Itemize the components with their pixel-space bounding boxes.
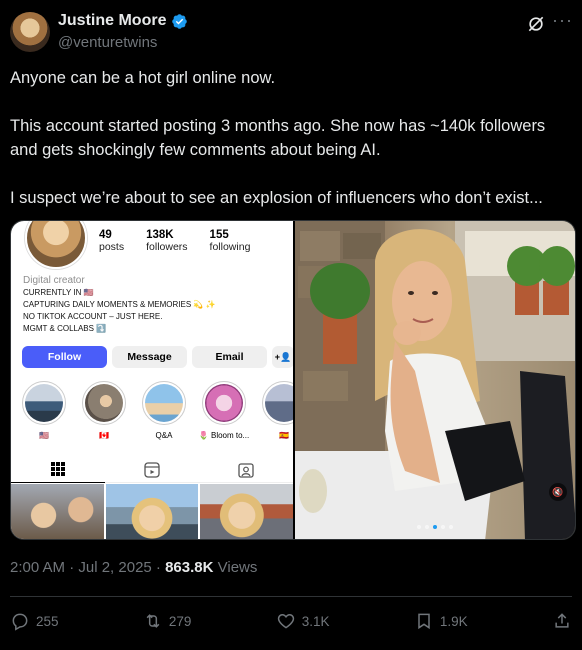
- reply-icon: [12, 613, 28, 631]
- verified-badge-icon: [172, 13, 188, 29]
- tweet-paragraph: This account started posting 3 months ag…: [10, 117, 546, 159]
- tweet-actions: 255 279 3.1K 1.9K: [10, 606, 572, 636]
- ig-buttons: Follow Message Email +👤: [22, 346, 293, 368]
- ig-stat-label: followers: [146, 241, 188, 253]
- carousel-dot: [449, 525, 453, 529]
- reply-button[interactable]: 255: [10, 611, 59, 631]
- carousel-dot: [425, 525, 429, 529]
- ig-highlight-label: 🇺🇸: [39, 431, 49, 440]
- instagram-profile-screenshot[interactable]: 49 posts 138K followers 155 following Di…: [11, 221, 293, 539]
- tweet-paragraph: I suspect we’re about to see an explosio…: [10, 189, 543, 207]
- author-avatar[interactable]: [10, 12, 50, 52]
- ig-bio-line: NO TIKTOK ACCOUNT – JUST HERE.: [23, 312, 163, 321]
- ig-stat-value: 138K: [146, 229, 174, 241]
- ig-stat-label: posts: [99, 241, 125, 253]
- like-count: 3.1K: [301, 613, 330, 629]
- carousel-dot: [441, 525, 445, 529]
- ig-highlight: 🇨🇦: [81, 381, 127, 440]
- ig-follow-button: Follow: [22, 346, 107, 368]
- ig-profile-avatar: [25, 221, 87, 269]
- more-options-icon[interactable]: ···: [552, 11, 572, 34]
- ig-post-thumbnail: [11, 484, 104, 539]
- like-button[interactable]: 3.1K: [276, 611, 330, 631]
- bookmark-icon: [418, 613, 430, 630]
- influencer-photo[interactable]: 🔇: [295, 221, 575, 539]
- views-label: Views: [213, 559, 258, 576]
- bookmark-count: 1.9K: [439, 613, 468, 629]
- ig-highlight: 🇺🇸: [21, 381, 67, 440]
- mute-icon[interactable]: 🔇: [549, 483, 567, 501]
- ig-category: Digital creator: [23, 275, 85, 286]
- ig-stats: 49 posts 138K followers 155 following: [99, 229, 250, 253]
- ig-add-user-button: +👤: [272, 346, 293, 368]
- author-name[interactable]: Justine Moore: [58, 12, 166, 30]
- share-icon: [555, 613, 569, 628]
- ig-highlight: 🌷 Bloom to...: [198, 381, 250, 440]
- ig-message-button: Message: [112, 346, 187, 368]
- tweet-header: Justine Moore @venturetwins ···: [10, 10, 572, 54]
- ig-highlight-label: 🇨🇦: [99, 431, 109, 440]
- ig-stat-followers: 138K followers: [146, 229, 187, 253]
- ig-bio-line: MGMT & COLLABS ⤵️: [23, 324, 107, 333]
- ig-highlight: Q&A: [141, 381, 187, 440]
- grok-icon[interactable]: [526, 14, 546, 34]
- carousel-dot: [417, 525, 421, 529]
- tweet-text: Anyone can be a hot girl online now. Thi…: [10, 66, 572, 234]
- ig-post-grid: [11, 484, 293, 539]
- timestamp-time[interactable]: 2:00 AM · Jul 2, 2025 ·: [10, 559, 165, 576]
- bookmark-button[interactable]: 1.9K: [414, 611, 468, 631]
- share-button[interactable]: [552, 611, 572, 631]
- ig-stat-value: 155: [209, 229, 229, 241]
- ig-stat-label: following: [209, 241, 251, 253]
- heart-icon: [277, 613, 294, 629]
- ig-post-thumbnail: [200, 484, 293, 539]
- ig-bio: Digital creator CURRENTLY IN 🇺🇸 CAPTURIN…: [23, 274, 283, 335]
- ig-highlight-label: Q&A: [155, 431, 173, 440]
- carousel-dot-active: [433, 525, 437, 529]
- ig-stat-following: 155 following: [210, 229, 251, 253]
- carousel-dots: [295, 525, 575, 529]
- ig-tabs: [11, 457, 293, 483]
- tweet-timestamp[interactable]: 2:00 AM · Jul 2, 2025 · 863.8K Views: [10, 559, 257, 576]
- influencer-photo-illustration: [295, 221, 575, 539]
- tweet-paragraph: Anyone can be a hot girl online now.: [10, 69, 276, 87]
- ig-email-button: Email: [192, 346, 267, 368]
- author-handle[interactable]: @venturetwins: [58, 34, 157, 51]
- author-name-row: Justine Moore: [58, 12, 188, 30]
- ig-reels-tab-icon: [105, 457, 199, 483]
- ig-stat-value: 49: [99, 229, 112, 241]
- ig-highlight: 🇪🇸: [261, 381, 293, 440]
- repost-icon: [146, 614, 160, 628]
- ig-highlights: 🇺🇸 🇨🇦 Q&A 🌷 Bloom to... 🇪🇸: [21, 381, 293, 440]
- repost-count: 279: [168, 613, 192, 629]
- divider: [10, 596, 572, 597]
- views-count: 863.8K: [165, 559, 214, 576]
- reply-count: 255: [36, 613, 59, 629]
- ig-tagged-tab-icon: [199, 457, 293, 483]
- ig-highlight-label: 🇪🇸: [279, 431, 289, 440]
- ig-bio-line: CURRENTLY IN 🇺🇸: [23, 288, 94, 297]
- tweet-media[interactable]: 49 posts 138K followers 155 following Di…: [10, 220, 576, 540]
- ig-highlight-label: 🌷 Bloom to...: [198, 431, 250, 440]
- ig-post-thumbnail: [105, 484, 199, 539]
- repost-button[interactable]: 279: [143, 611, 192, 631]
- ig-grid-tab-icon: [11, 457, 105, 483]
- ig-bio-line: CAPTURING DAILY MOMENTS & MEMORIES 💫 ✨: [23, 300, 216, 309]
- ig-stat-posts: 49 posts: [99, 229, 124, 253]
